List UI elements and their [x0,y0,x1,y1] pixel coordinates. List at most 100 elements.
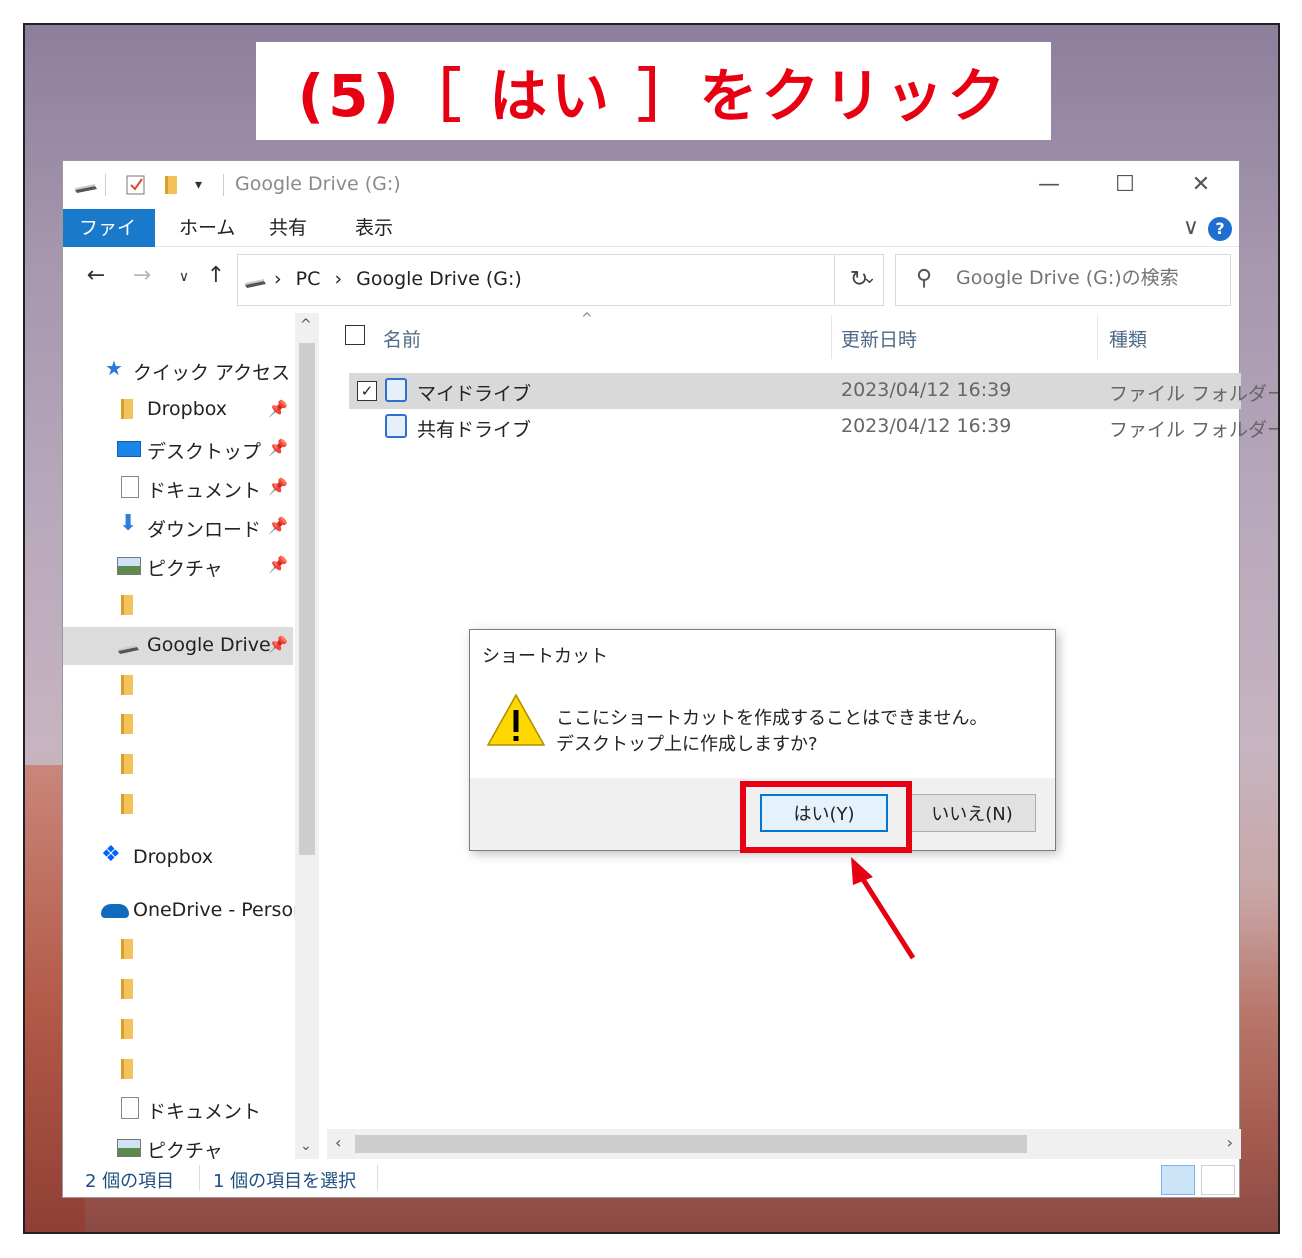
breadcrumb-google-drive[interactable]: Google Drive (G:) [356,268,522,290]
refresh-button[interactable]: ↻ [834,254,884,306]
new-folder-icon[interactable] [163,174,181,196]
breadcrumb-separator: › [274,268,282,290]
file-row-shared-drives[interactable]: 共有ドライブ 2023/04/12 16:39 ファイル フォルダー [349,409,1278,445]
back-button[interactable]: ← [81,263,111,288]
title-bar: ▾ Google Drive (G:) — ☐ ✕ [63,161,1239,209]
pin-icon: 📌 [268,399,288,418]
sidebar-item-dropbox-pinned[interactable]: Dropbox 📌 [63,391,293,429]
sidebar-item-dropbox[interactable]: ❖ Dropbox [63,839,293,877]
sidebar-item-pictures[interactable]: ピクチャ 📌 [63,547,293,585]
navigation-bar: ← → ∨ ↑ › PC › Google Drive (G:) ⌄ ↻ ⚲ [63,249,1239,307]
column-header-date[interactable]: 更新日時 [841,325,917,352]
sidebar-item-quick-access[interactable]: ★ クイック アクセス [63,351,293,389]
scrollbar-thumb[interactable] [355,1135,1027,1153]
large-icons-view-icon[interactable] [1201,1165,1235,1195]
sidebar-item-google-drive[interactable]: Google Drive 📌 [63,627,293,665]
star-icon: ★ [105,356,123,380]
sidebar-item-onedrive-pictures[interactable]: ピクチャ [63,1129,293,1159]
address-bar[interactable]: › PC › Google Drive (G:) ⌄ [237,254,884,306]
breadcrumb-pc[interactable]: PC [296,268,321,290]
file-name: マイドライブ [417,383,532,405]
pointer-arrow-icon [851,857,916,960]
sidebar-item-folder[interactable] [63,746,293,784]
search-input[interactable] [956,267,1221,289]
dialog-message-line2: デスクトップ上に作成しますか? [556,734,818,755]
sidebar-item-onedrive-documents[interactable]: ドキュメント [63,1090,293,1128]
pin-icon: 📌 [268,635,288,654]
properties-icon[interactable] [125,174,147,196]
folder-icon [121,714,133,734]
instruction-text: (5)［ はい ］をクリック [297,62,1010,130]
sidebar-item-label: Dropbox [147,398,228,420]
pin-icon: 📌 [268,516,288,535]
file-date: 2023/04/12 16:39 [841,379,1012,401]
breadcrumb-separator: › [334,268,343,290]
sidebar-item-folder[interactable] [63,706,293,744]
scroll-down-icon[interactable]: ⌄ [300,1138,312,1154]
minimize-button[interactable]: — [1029,169,1069,201]
navigation-pane: ★ クイック アクセス Dropbox 📌 デスクトップ 📌 ドキュメント 📌 … [63,311,321,1159]
sidebar-item-folder[interactable] [63,931,293,969]
drive-icon [118,645,139,654]
sidebar-item-folder[interactable] [63,971,293,1009]
close-button[interactable]: ✕ [1181,169,1221,201]
sidebar-item-documents[interactable]: ドキュメント 📌 [63,469,293,507]
file-name: 共有ドライブ [417,419,532,441]
sidebar-item-onedrive[interactable]: OneDrive - Persor [63,892,301,930]
scroll-up-icon[interactable]: ^ [300,317,312,333]
tab-share[interactable]: 共有 [253,209,323,247]
drive-icon [245,279,266,288]
forward-button[interactable]: → [127,263,157,288]
shared-drive-folder-icon [385,414,407,438]
file-row-my-drive[interactable]: ✓ マイドライブ 2023/04/12 16:39 ファイル フォルダー [349,373,1278,409]
sidebar-item-label: Google Drive [147,634,271,656]
row-checkbox[interactable]: ✓ [357,381,377,401]
sidebar-item-folder[interactable] [63,667,293,705]
scrollbar-thumb[interactable] [299,343,315,855]
onedrive-icon [101,904,129,918]
customize-qa-icon[interactable]: ▾ [195,177,202,199]
column-divider[interactable] [1097,315,1098,359]
tab-home[interactable]: ホーム [163,209,251,247]
divider [199,1165,200,1191]
divider [105,174,106,196]
help-icon[interactable]: ? [1208,217,1232,241]
details-view-icon[interactable] [1161,1165,1195,1195]
sidebar-item-folder[interactable] [63,1011,293,1049]
sidebar-scrollbar[interactable]: ^ ⌄ [295,313,319,1159]
chevron-down-icon[interactable]: ∨ [1183,215,1199,240]
sidebar-item-folder[interactable] [63,786,293,824]
divider [223,174,224,196]
folder-icon [121,675,133,695]
select-all-checkbox[interactable] [345,325,365,345]
sidebar-item-downloads[interactable]: ⬇ ダウンロード 📌 [63,508,293,546]
scroll-left-icon[interactable]: ‹ [335,1133,341,1152]
folder-icon [121,754,133,774]
pictures-icon [117,1139,141,1157]
search-icon: ⚲ [916,266,933,291]
sidebar-item-label: ダウンロード [147,519,262,541]
file-date: 2023/04/12 16:39 [841,415,1012,437]
folder-icon [121,1019,133,1039]
dropbox-icon: ❖ [101,842,121,867]
google-drive-folder-icon [385,378,407,402]
recent-locations-button[interactable]: ∨ [169,269,199,285]
column-header-type[interactable]: 種類 [1109,325,1147,352]
dialog-message-line1: ここにショートカットを作成することはできません。 [556,708,988,729]
scroll-right-icon[interactable]: › [1227,1133,1233,1152]
folder-icon [121,595,133,615]
maximize-button[interactable]: ☐ [1105,169,1145,201]
highlight-box [740,781,912,853]
sidebar-item-folder[interactable] [63,1051,293,1089]
no-button[interactable]: いいえ(N) [908,794,1036,832]
status-bar: 2 個の項目 1 個の項目を選択 [63,1159,1239,1199]
column-divider[interactable] [831,315,832,359]
column-header-name[interactable]: 名前 [383,325,421,352]
up-button[interactable]: ↑ [201,263,231,288]
folder-icon [121,794,133,814]
sidebar-item-folder[interactable] [63,587,293,625]
horizontal-scrollbar[interactable]: ‹ › [327,1129,1241,1159]
tab-file[interactable]: ファイル [63,209,155,277]
sidebar-item-desktop[interactable]: デスクトップ 📌 [63,430,293,468]
tab-view[interactable]: 表示 [339,209,409,247]
